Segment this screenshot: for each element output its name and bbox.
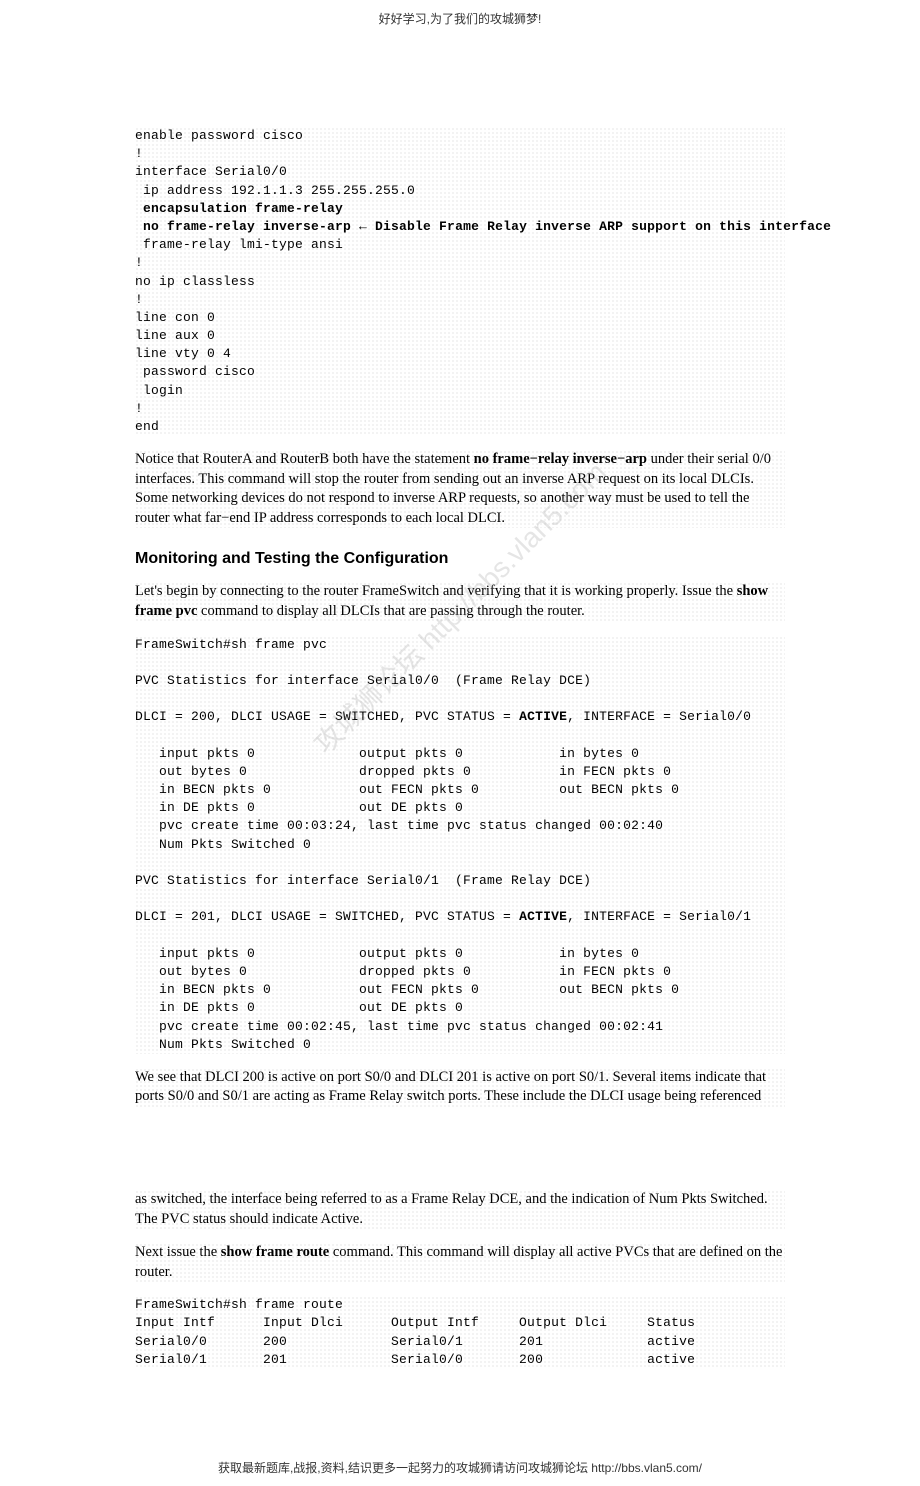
- code-line: interface Serial0/0: [135, 164, 287, 179]
- code-line: in DE pkts 0 out DE pkts 0: [135, 800, 463, 815]
- code-line: Num Pkts Switched 0: [135, 837, 311, 852]
- route-output-block: FrameSwitch#sh frame route Input Intf In…: [135, 1296, 785, 1369]
- code-line: in BECN pkts 0 out FECN pkts 0 out BECN …: [135, 782, 679, 797]
- code-line: in DE pkts 0 out DE pkts 0: [135, 1000, 463, 1015]
- para-text: Next issue the: [135, 1244, 221, 1260]
- code-line: line vty 0 4: [135, 346, 231, 361]
- code-line: DLCI = 200, DLCI USAGE = SWITCHED, PVC S…: [135, 709, 519, 724]
- code-line: DLCI = 201, DLCI USAGE = SWITCHED, PVC S…: [135, 909, 519, 924]
- code-line: end: [135, 419, 159, 434]
- header-text: 好好学习,为了我们的攻城狮梦!: [379, 12, 542, 26]
- code-line: pvc create time 00:03:24, last time pvc …: [135, 818, 663, 833]
- code-line: Serial0/1 201 Serial0/0 200 active: [135, 1352, 695, 1367]
- code-line: frame-relay lmi-type ansi: [135, 237, 343, 252]
- code-line: PVC Statistics for interface Serial0/0 (…: [135, 673, 591, 688]
- page-footer: 获取最新题库,战报,资料,结识更多一起努力的攻城狮请访问攻城狮论坛 http:/…: [0, 1429, 920, 1486]
- code-line: PVC Statistics for interface Serial0/1 (…: [135, 873, 591, 888]
- code-line: no frame-relay inverse-arp: [135, 219, 351, 234]
- pvc-output-block: FrameSwitch#sh frame pvc PVC Statistics …: [135, 636, 785, 1054]
- paragraph-notice: Notice that RouterA and RouterB both hav…: [135, 450, 785, 528]
- code-line: input pkts 0 output pkts 0 in bytes 0: [135, 946, 639, 961]
- paragraph-switched: as switched, the interface being referre…: [135, 1190, 785, 1229]
- para-bold: no frame−relay inverse−arp: [474, 451, 647, 467]
- code-line: out bytes 0 dropped pkts 0 in FECN pkts …: [135, 964, 671, 979]
- paragraph-begin: Let's begin by connecting to the router …: [135, 582, 785, 621]
- para-bold: show frame route: [221, 1244, 329, 1260]
- code-line: !: [135, 255, 143, 270]
- para-text: Let's begin by connecting to the router …: [135, 583, 737, 599]
- code-line: ip address 192.1.1.3 255.255.255.0: [135, 183, 415, 198]
- code-line: ACTIVE: [519, 709, 567, 724]
- code-line: encapsulation frame-relay: [135, 201, 343, 216]
- code-line: in BECN pkts 0 out FECN pkts 0 out BECN …: [135, 982, 679, 997]
- code-line: Serial0/0 200 Serial0/1 201 active: [135, 1334, 695, 1349]
- code-line: login: [135, 383, 183, 398]
- code-line: pvc create time 00:02:45, last time pvc …: [135, 1019, 663, 1034]
- section-heading: Monitoring and Testing the Configuration: [135, 550, 785, 568]
- page-header: 好好学习,为了我们的攻城狮梦!: [0, 0, 920, 27]
- code-line: line con 0: [135, 310, 215, 325]
- code-line: Input Intf Input Dlci Output Intf Output…: [135, 1315, 695, 1330]
- code-line: Num Pkts Switched 0: [135, 1037, 311, 1052]
- para-text: Notice that RouterA and RouterB both hav…: [135, 451, 474, 467]
- code-line: , INTERFACE = Serial0/1: [567, 909, 751, 924]
- code-line: !: [135, 292, 143, 307]
- code-line: FrameSwitch#sh frame route: [135, 1297, 343, 1312]
- code-line: FrameSwitch#sh frame pvc: [135, 637, 327, 652]
- code-line: password cisco: [135, 364, 255, 379]
- config-code-block: enable password cisco ! interface Serial…: [135, 127, 785, 436]
- code-line: ← Disable Frame Relay inverse ARP suppor…: [351, 219, 831, 234]
- code-line: out bytes 0 dropped pkts 0 in FECN pkts …: [135, 764, 671, 779]
- code-line: input pkts 0 output pkts 0 in bytes 0: [135, 746, 639, 761]
- code-line: enable password cisco: [135, 128, 303, 143]
- code-line: line aux 0: [135, 328, 215, 343]
- code-line: !: [135, 401, 143, 416]
- code-line: !: [135, 146, 143, 161]
- footer-text: 获取最新题库,战报,资料,结识更多一起努力的攻城狮请访问攻城狮论坛 http:/…: [218, 1461, 702, 1475]
- para-text: command to display all DLCIs that are pa…: [197, 603, 584, 619]
- code-line: ACTIVE: [519, 909, 567, 924]
- paragraph-next: Next issue the show frame route command.…: [135, 1243, 785, 1282]
- paragraph-dlci: We see that DLCI 200 is active on port S…: [135, 1068, 785, 1107]
- code-line: no ip classless: [135, 274, 255, 289]
- code-line: , INTERFACE = Serial0/0: [567, 709, 751, 724]
